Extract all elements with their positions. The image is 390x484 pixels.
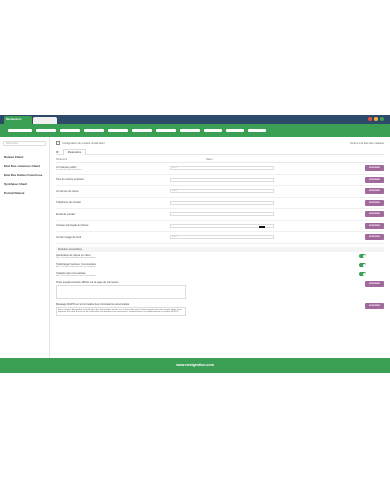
param-input[interactable]: http:// bbox=[170, 166, 274, 171]
nav-item[interactable] bbox=[248, 129, 266, 132]
nav-item[interactable] bbox=[180, 129, 200, 132]
modify-button[interactable]: MODIFIER bbox=[365, 302, 384, 309]
column-header-valeur: Valeur bbox=[206, 158, 213, 161]
color-picker-input[interactable] bbox=[170, 223, 274, 228]
rgpd-message-textarea[interactable]: Nous sommes demandeur et vérificateur de… bbox=[56, 306, 186, 317]
param-row: Couleur principale du thème MODIFIER bbox=[56, 221, 384, 232]
param-label: Titre de l'accès extérieur bbox=[56, 178, 85, 182]
close-dot-icon[interactable] bbox=[368, 117, 372, 121]
param-label: Couleur principale du thème bbox=[56, 224, 89, 228]
main-content: Configuration du module portail client R… bbox=[50, 137, 390, 363]
modify-button[interactable]: MODIFIER bbox=[365, 211, 384, 218]
param-row: Url de lien de retour http:// MODIFIER bbox=[56, 186, 384, 198]
param-input[interactable] bbox=[170, 200, 274, 205]
nav-item[interactable] bbox=[36, 129, 56, 132]
module-label: Création des commandes Non: Ces droits at… bbox=[56, 271, 96, 277]
new-tab[interactable] bbox=[33, 117, 57, 124]
nav-item[interactable] bbox=[108, 129, 128, 132]
modify-button[interactable]: MODIFIER bbox=[365, 176, 384, 183]
footer-banner: www.nextgestion.com bbox=[0, 358, 390, 373]
param-label: Email de contact bbox=[56, 212, 76, 216]
nav-item[interactable] bbox=[8, 129, 32, 132]
module-row: Génération de relevé en client Non: Ces d… bbox=[56, 252, 384, 261]
sidebar-item-dettes-fournisseur[interactable]: Etat Des Dettes Fournisse bbox=[0, 170, 49, 179]
modify-button[interactable]: MODIFIER bbox=[365, 222, 384, 229]
login-text-textarea[interactable] bbox=[56, 284, 186, 299]
modify-button[interactable]: MODIFIER bbox=[365, 234, 384, 241]
sidebar-item-releve-client[interactable]: Relevé Client bbox=[0, 152, 49, 161]
maximize-dot-icon[interactable] bbox=[380, 117, 384, 121]
module-row: Télécharger factures, Commandes Non: Ces … bbox=[56, 261, 384, 270]
nav-item[interactable] bbox=[226, 129, 244, 132]
module-toggle[interactable] bbox=[359, 254, 366, 258]
module-toggle[interactable] bbox=[359, 272, 366, 276]
back-to-modules-link[interactable]: Retour à la liste des modules bbox=[351, 142, 384, 145]
param-row: Email de contact MODIFIER bbox=[56, 209, 384, 221]
module-icon bbox=[56, 141, 60, 145]
browser-tabbar: NextGestion bbox=[0, 115, 390, 124]
param-input[interactable]: http:// bbox=[170, 235, 274, 240]
color-swatch[interactable] bbox=[259, 225, 265, 228]
app-window: NextGestion Rechercher Relevé Client Eta… bbox=[0, 115, 390, 373]
modify-button[interactable]: MODIFIER bbox=[365, 165, 384, 172]
nav-item[interactable] bbox=[204, 129, 222, 132]
portal-open-link[interactable]: ● Consulter le portail ouvert bbox=[56, 169, 170, 171]
sidebar-search-input[interactable]: Rechercher bbox=[3, 141, 46, 146]
sidebar-item-synthese-client[interactable]: Synthèse Client bbox=[0, 179, 49, 188]
nav-item[interactable] bbox=[132, 129, 152, 132]
sidebar-item-creances-client[interactable]: Etat Des créances Client bbox=[0, 161, 49, 170]
module-label: Télécharger factures, Commandes Non: Ces … bbox=[56, 262, 96, 268]
top-navbar bbox=[0, 124, 390, 137]
settings-icon: ⚙ bbox=[56, 149, 59, 154]
param-row: Titre de l'accès extérieur MODIFIER bbox=[56, 175, 384, 186]
nav-item[interactable] bbox=[156, 129, 176, 132]
param-input[interactable] bbox=[170, 177, 274, 182]
param-label: Url de l'image de fond bbox=[56, 235, 82, 239]
nav-item[interactable] bbox=[84, 129, 104, 132]
param-input[interactable]: http:// bbox=[170, 189, 274, 194]
module-label: Génération de relevé en client Non: Ces d… bbox=[56, 253, 96, 259]
param-row: Url de l'image de fond http:// MODIFIER bbox=[56, 232, 384, 244]
tab-parametres[interactable]: Paramètres bbox=[62, 148, 87, 155]
modify-button[interactable]: MODIFIER bbox=[365, 199, 384, 206]
module-toggle[interactable] bbox=[359, 263, 366, 267]
breadcrumb: Configuration du module portail client bbox=[56, 141, 105, 145]
param-label: Téléphone de contact bbox=[56, 201, 81, 205]
param-label: Url d'accès public ● Consulter le portail… bbox=[56, 166, 170, 171]
rgpd-message-field: Message RGPD sur le formulaire des infor… bbox=[56, 302, 384, 317]
param-label: Url de lien de retour bbox=[56, 189, 79, 193]
modify-button[interactable]: MODIFIER bbox=[365, 280, 384, 287]
sidebar: Rechercher Relevé Client Etat Des créanc… bbox=[0, 137, 50, 363]
param-row: Url d'accès public ● Consulter le portail… bbox=[56, 163, 384, 175]
module-row: Création des commandes Non: Ces droits at… bbox=[56, 270, 384, 279]
page-title: Configuration du module portail client bbox=[62, 141, 105, 145]
nav-item[interactable] bbox=[60, 129, 80, 132]
window-controls bbox=[368, 117, 384, 121]
modify-button[interactable]: MODIFIER bbox=[365, 188, 384, 195]
sidebar-item-portail-releve[interactable]: Portail Relevé bbox=[0, 188, 49, 197]
login-text-label: Texte supplémentaire affiché sur la page… bbox=[56, 280, 119, 284]
param-input[interactable] bbox=[170, 212, 274, 217]
minimize-dot-icon[interactable] bbox=[374, 117, 378, 121]
login-text-field: Texte supplémentaire affiché sur la page… bbox=[56, 280, 384, 299]
tab-bar: ⚙ Paramètres bbox=[56, 148, 384, 155]
app-tab[interactable]: NextGestion bbox=[4, 116, 32, 124]
column-header-parametre: Paramètre bbox=[56, 158, 68, 161]
rgpd-message-label: Message RGPD sur le formulaire des infor… bbox=[56, 302, 130, 306]
param-row: Téléphone de contact MODIFIER bbox=[56, 198, 384, 209]
